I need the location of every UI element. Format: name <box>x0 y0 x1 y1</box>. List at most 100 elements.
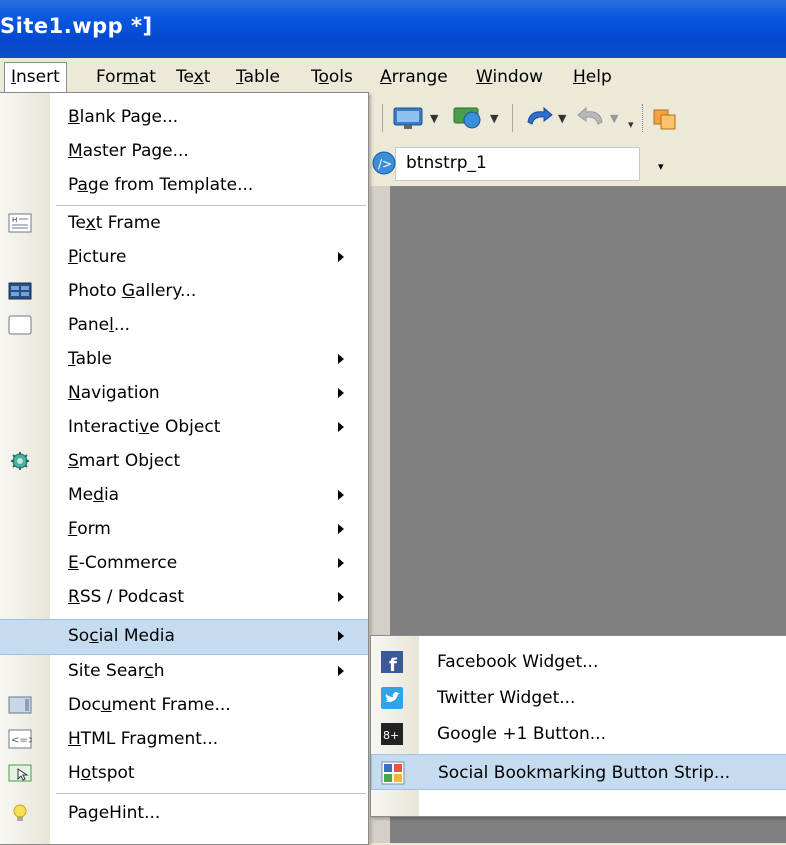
svg-text:f: f <box>389 655 397 674</box>
menu-tools[interactable]: Tools <box>305 65 359 89</box>
svg-text:/>: /> <box>378 157 392 171</box>
text-frame-icon: H <box>8 213 32 233</box>
menu-item-label: Photo Gallery... <box>68 281 197 301</box>
menu-item-facebook-widget[interactable]: f Facebook Widget... <box>371 644 786 680</box>
submenu-arrow-icon <box>338 631 344 641</box>
submenu-arrow-icon <box>338 592 344 602</box>
submenu-arrow-icon <box>338 558 344 568</box>
menu-item-label: Google +1 Button... <box>437 724 606 744</box>
toolbar-grip <box>642 104 644 132</box>
submenu-arrow-icon <box>338 354 344 364</box>
publish-icon[interactable] <box>452 104 486 130</box>
menu-item-panel[interactable]: Panel... <box>0 309 368 343</box>
object-selector[interactable]: /> btnstrp_1 ▾ <box>372 147 664 181</box>
menu-item-form[interactable]: Form <box>0 513 368 547</box>
toolbar-separator <box>512 104 513 132</box>
submenu-arrow-icon <box>338 422 344 432</box>
menu-item-rss-podcast[interactable]: RSS / Podcast <box>0 581 368 615</box>
arrange-object-icon[interactable] <box>652 106 676 130</box>
menu-text[interactable]: Text <box>170 65 216 89</box>
menu-item-blank-page[interactable]: Blank Page... <box>0 101 368 135</box>
submenu-arrow-icon <box>338 388 344 398</box>
redo-icon[interactable] <box>576 104 608 130</box>
menu-item-navigation[interactable]: Navigation <box>0 377 368 411</box>
object-selector-value: btnstrp_1 <box>406 153 487 173</box>
pagehint-icon <box>13 804 27 821</box>
preview-dropdown-arrow[interactable]: ▼ <box>430 112 438 125</box>
undo-icon[interactable] <box>522 104 554 130</box>
menu-item-pagehint[interactable]: PageHint... <box>0 797 368 831</box>
object-selector-dropdown-icon[interactable]: ▾ <box>658 160 664 173</box>
menu-item-smart-object[interactable]: Smart Object <box>0 445 368 479</box>
toolbar-overflow-icon[interactable]: ▾ <box>628 118 634 131</box>
menu-item-label: Interactive Object <box>68 417 221 437</box>
menu-item-media[interactable]: Media <box>0 479 368 513</box>
menu-item-label: Navigation <box>68 383 160 403</box>
submenu-arrow-icon <box>338 490 344 500</box>
menu-item-label: Form <box>68 519 111 539</box>
menu-item-label: Media <box>68 485 120 505</box>
bookmark-strip-icon <box>381 761 405 785</box>
menu-table[interactable]: Table <box>230 65 286 89</box>
menu-item-site-search[interactable]: Site Search <box>0 655 368 689</box>
publish-dropdown-arrow[interactable]: ▼ <box>490 112 498 125</box>
social-media-submenu: f Facebook Widget... Twitter Widget... 8… <box>370 635 786 817</box>
menu-item-hotspot[interactable]: Hotspot <box>0 757 368 791</box>
menu-item-label: Social Bookmarking Button Strip... <box>438 763 731 783</box>
svg-text:<=>: <=> <box>11 735 32 746</box>
menu-help[interactable]: Help <box>567 65 618 89</box>
menu-item-label: Facebook Widget... <box>437 652 599 672</box>
html-fragment-icon: <=> <box>8 729 32 749</box>
undo-dropdown-arrow[interactable]: ▼ <box>558 112 566 125</box>
menu-item-label: Social Media <box>68 626 175 646</box>
submenu-arrow-icon <box>338 252 344 262</box>
menu-item-table[interactable]: Table <box>0 343 368 377</box>
menu-item-label: Blank Page... <box>68 107 179 127</box>
menu-item-label: Smart Object <box>68 451 181 471</box>
menu-item-label: Hotspot <box>68 763 135 783</box>
menu-item-social-bookmarking-strip[interactable]: Social Bookmarking Button Strip... <box>371 754 786 790</box>
menu-item-picture[interactable]: Picture <box>0 241 368 275</box>
google-plus-icon: 8+ <box>381 723 403 745</box>
menu-item-master-page[interactable]: Master Page... <box>0 135 368 169</box>
facebook-icon: f <box>381 651 403 674</box>
title-bar: Site1.wpp *] <box>0 0 786 58</box>
menu-format[interactable]: Format <box>90 65 162 89</box>
menu-item-document-frame[interactable]: Document Frame... <box>0 689 368 723</box>
window-title: Site1.wpp *] <box>0 14 153 38</box>
menu-window[interactable]: Window <box>470 65 549 89</box>
menu-item-label: Document Frame... <box>68 695 231 715</box>
redo-dropdown-arrow: ▼ <box>610 112 619 125</box>
svg-text:H: H <box>12 216 17 224</box>
menu-item-label: E-Commerce <box>68 553 178 573</box>
insert-menu: Blank Page... Master Page... Page from T… <box>0 92 369 845</box>
menu-item-page-from-template[interactable]: Page from Template... <box>0 169 368 203</box>
menu-item-label: Twitter Widget... <box>437 688 576 708</box>
menu-item-interactive-object[interactable]: Interactive Object <box>0 411 368 445</box>
menu-item-label: PageHint... <box>68 803 161 823</box>
menu-item-label: Panel... <box>68 315 131 335</box>
smart-object-icon <box>11 452 29 470</box>
menu-item-twitter-widget[interactable]: Twitter Widget... <box>371 680 786 716</box>
menu-item-google-plus-button[interactable]: 8+ Google +1 Button... <box>371 716 786 752</box>
toolbar: ▼ ▼ ▼ ▼ ▾ <box>370 96 786 139</box>
svg-text:8+: 8+ <box>383 729 399 742</box>
menu-item-label: Table <box>68 349 112 369</box>
toolbar-separator <box>382 104 383 132</box>
menu-item-label: Page from Template... <box>68 175 254 195</box>
menu-arrange[interactable]: Arrange <box>374 65 454 89</box>
menu-item-label: Master Page... <box>68 141 189 161</box>
menu-insert[interactable]: Insert <box>4 62 67 93</box>
hotspot-icon <box>8 764 32 782</box>
menu-item-social-media[interactable]: Social Media <box>0 619 368 655</box>
menu-item-label: Site Search <box>68 661 165 681</box>
menu-item-e-commerce[interactable]: E-Commerce <box>0 547 368 581</box>
menu-item-text-frame[interactable]: H Text Frame <box>0 207 368 241</box>
menu-separator <box>56 793 366 794</box>
panel-icon <box>8 315 32 335</box>
preview-monitor-icon[interactable] <box>392 106 426 130</box>
menu-item-label: RSS / Podcast <box>68 587 185 607</box>
menu-item-photo-gallery[interactable]: Photo Gallery... <box>0 275 368 309</box>
submenu-arrow-icon <box>338 524 344 534</box>
menu-item-html-fragment[interactable]: <=> HTML Fragment... <box>0 723 368 757</box>
